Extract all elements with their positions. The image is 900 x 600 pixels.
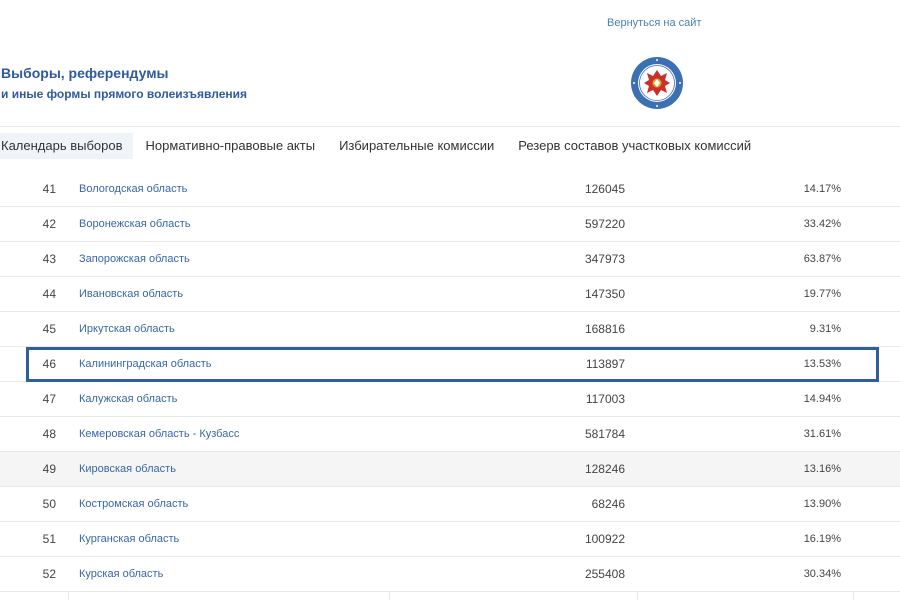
row-number: 45 xyxy=(42,322,56,336)
votes-count: 117003 xyxy=(585,392,625,406)
turnout-percent: 13.53% xyxy=(803,358,841,370)
nav-tab[interactable]: Избирательные комиссии xyxy=(338,133,495,159)
row-number: 51 xyxy=(42,532,56,546)
row-number: 50 xyxy=(42,497,56,511)
table-row: 50 Костромская область 68246 13.90% xyxy=(0,487,900,522)
votes-count: 168816 xyxy=(584,322,625,336)
turnout-percent: 31.61% xyxy=(803,428,841,440)
votes-count: 581784 xyxy=(584,427,625,441)
region-link[interactable]: Калининградская область xyxy=(68,347,389,382)
turnout-percent: 9.31% xyxy=(809,323,841,335)
turnout-percent: 16.19% xyxy=(803,533,841,545)
votes-count: 126045 xyxy=(584,182,625,196)
votes-count: 147350 xyxy=(584,287,625,301)
region-link[interactable]: Запорожская область xyxy=(68,242,389,277)
table-row: 43 Запорожская область 347973 63.87% xyxy=(0,242,900,277)
table-row: 52 Курская область 255408 30.34% xyxy=(0,557,900,592)
table-row: 48 Кемеровская область - Кузбасс 581784 31.… xyxy=(0,417,900,452)
site-subtitle: и иные формы прямого волеизъявления xyxy=(1,87,248,101)
nav-tab[interactable]: Нормативно-правовые акты xyxy=(145,133,317,159)
turnout-percent: 33.42% xyxy=(803,218,841,230)
row-number: 48 xyxy=(42,427,56,441)
turnout-percent: 19.77% xyxy=(803,288,841,300)
turnout-percent: 13.90% xyxy=(803,498,841,510)
turnout-percent: 63.87% xyxy=(803,253,841,265)
votes-count: 255408 xyxy=(584,567,625,581)
nav-tab[interactable]: Резерв составов участковых комиссий xyxy=(517,133,752,159)
region-link[interactable]: Кировская область xyxy=(68,452,389,487)
back-to-site-link[interactable]: Вернуться на сайт xyxy=(607,17,701,29)
row-number: 42 xyxy=(42,217,56,231)
main-nav: Календарь выборов Нормативно-правовые акт… xyxy=(0,133,774,159)
row-number: 43 xyxy=(42,252,56,266)
row-number: 52 xyxy=(42,567,56,581)
votes-count: 128246 xyxy=(584,462,625,476)
turnout-percent: 14.17% xyxy=(803,183,841,195)
cik-emblem-icon[interactable] xyxy=(630,56,684,110)
region-link[interactable]: Воронежская область xyxy=(68,207,389,242)
row-number: 44 xyxy=(42,287,56,301)
region-link[interactable]: Костромская область xyxy=(68,487,389,522)
row-number: 49 xyxy=(42,462,56,476)
table-row: 44 Ивановская область 147350 19.77% xyxy=(0,277,900,312)
row-number: 41 xyxy=(42,182,56,196)
region-link[interactable]: Иркутская область xyxy=(68,312,389,347)
turnout-percent: 14.94% xyxy=(803,393,841,405)
votes-count: 68246 xyxy=(591,497,625,511)
votes-count: 597220 xyxy=(584,217,625,231)
region-link[interactable]: Вологодская область xyxy=(68,172,389,207)
votes-count: 100922 xyxy=(584,532,625,546)
table-row: 46 Калининградская область 113897 13.53% xyxy=(0,347,900,382)
results-table: 41 Вологодская область 126045 14.17% 42 Ворон… xyxy=(0,172,900,600)
table-row: 45 Иркутская область 168816 9.31% xyxy=(0,312,900,347)
votes-count: 113897 xyxy=(585,357,625,371)
table-row: 49 Кировская область 128246 13.16% xyxy=(0,452,900,487)
site-title: Выборы, референдумы xyxy=(1,65,169,81)
table-row: 42 Воронежская область 597220 33.42% xyxy=(0,207,900,242)
region-link[interactable]: Курганская область xyxy=(68,522,389,557)
nav-tab[interactable]: Календарь выборов xyxy=(0,133,133,159)
region-link[interactable]: Ивановская область xyxy=(68,277,389,312)
region-link[interactable]: Кемеровская область - Кузбасс xyxy=(68,417,389,452)
table-row: 47 Калужская область 117003 14.94% xyxy=(0,382,900,417)
row-number: 47 xyxy=(42,392,56,406)
table-row: 51 Курганская область 100922 16.19% xyxy=(0,522,900,557)
row-number: 46 xyxy=(42,357,56,371)
region-link[interactable]: Курская область xyxy=(68,557,389,592)
votes-count: 347973 xyxy=(584,252,625,266)
region-link[interactable]: Калужская область xyxy=(68,382,389,417)
turnout-percent: 30.34% xyxy=(803,568,841,580)
header-divider xyxy=(0,126,900,127)
turnout-percent: 13.16% xyxy=(803,463,841,475)
table-row: 41 Вологодская область 126045 14.17% xyxy=(0,172,900,207)
